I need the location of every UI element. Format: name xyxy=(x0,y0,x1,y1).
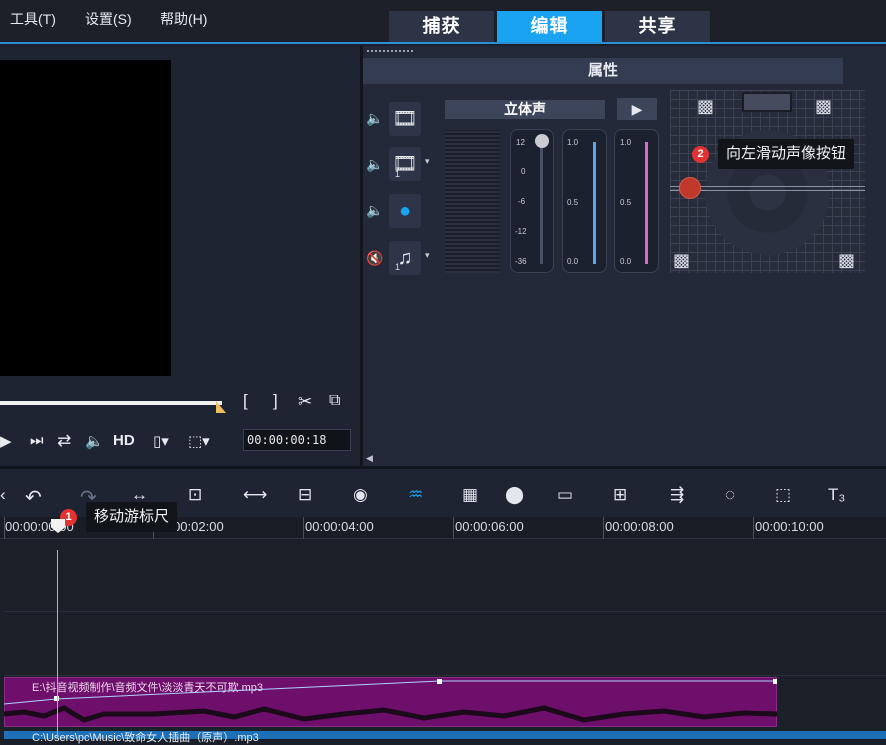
timecode-input[interactable]: 00:00:00:18 xyxy=(243,429,351,451)
level-bar xyxy=(645,142,648,264)
mark-in-button[interactable]: [ xyxy=(243,391,248,411)
playhead[interactable] xyxy=(57,550,58,739)
collapse-arrow-icon[interactable]: ◀ xyxy=(366,453,373,464)
device-icon[interactable]: ▯▾ xyxy=(153,432,169,450)
trim-icon[interactable]: ⊟ xyxy=(298,485,312,505)
ruler-line xyxy=(603,517,604,539)
overlay-track-row[interactable] xyxy=(4,612,886,676)
clip-path-label: C:\Users\pc\Music\致命女人插曲（原声）.mp3 xyxy=(32,732,259,744)
speaker-icon[interactable]: 🔈 xyxy=(366,156,383,173)
menu-settings[interactable]: 设置(S) xyxy=(85,9,132,29)
crop-icon[interactable]: ⬚▾ xyxy=(188,432,210,450)
front-right-speaker-icon: ▩ xyxy=(815,96,833,116)
fader-tick: 0.0 xyxy=(620,257,632,266)
volume-icon[interactable]: 🔈 xyxy=(85,432,104,450)
ruler-line xyxy=(303,517,304,539)
fader-tick: -6 xyxy=(518,197,526,206)
title-icon[interactable]: ▭ xyxy=(557,485,573,505)
audio-mixer-icon[interactable]: ♒ xyxy=(408,485,423,505)
play-icon[interactable]: ▶ xyxy=(0,432,12,450)
scrub-bar[interactable] xyxy=(0,401,222,405)
fader-tick: 0.5 xyxy=(620,198,632,207)
surround-tooltip: 向左滑动声像按钮 xyxy=(718,139,855,169)
blend-icon[interactable]: ⬤ xyxy=(505,485,524,505)
ruler-tick: 00:00:08:00 xyxy=(605,519,674,534)
speaker-icon[interactable]: 🔈 xyxy=(366,202,383,219)
level-meter xyxy=(445,130,500,273)
speaker-muted-icon[interactable]: 🔇 xyxy=(366,250,383,267)
rear-right-speaker-icon: ▩ xyxy=(838,250,856,270)
ruler-tick: 00:00:10:00 xyxy=(755,519,824,534)
grid-icon[interactable]: ⊞ xyxy=(613,485,627,505)
volume-fader[interactable] xyxy=(510,129,554,273)
video-track-icon[interactable]: 🎞 xyxy=(389,102,421,136)
repeat-icon[interactable]: ⇄ xyxy=(57,431,71,451)
record-icon[interactable]: ◉ xyxy=(353,485,368,505)
step-badge: 2 xyxy=(692,146,709,163)
rear-left-speaker-icon: ▩ xyxy=(673,250,691,270)
ruler-tick: 00:00:06:00 xyxy=(455,519,524,534)
tooltip-text: 移动游标尺 xyxy=(94,508,170,525)
fader-tick: 0 xyxy=(521,167,526,176)
overlay-track-icon[interactable]: 🎞 xyxy=(389,147,421,181)
fader-track xyxy=(540,142,543,264)
play-preview-button[interactable]: ▶ xyxy=(617,98,657,120)
tab-capture[interactable]: 捕获 xyxy=(389,11,494,42)
volume-envelope[interactable] xyxy=(4,679,777,709)
ruler-tooltip: 移动游标尺 xyxy=(86,502,178,532)
properties-title: 属性 xyxy=(363,58,843,84)
top-bar: 工具(T) 设置(S) 帮助(H) 捕获 编辑 共享 xyxy=(0,0,886,44)
mark-out-button[interactable]: ] xyxy=(273,391,278,411)
tooltip-text: 向左滑动声像按钮 xyxy=(726,145,847,162)
ruler-tick: 00:00:04:00 xyxy=(305,519,374,534)
scissors-icon[interactable]: ✂ xyxy=(298,392,312,412)
motion-icon[interactable]: ⇶ xyxy=(670,485,684,505)
front-left-speaker-icon: ▩ xyxy=(697,96,715,116)
track-number: 1 xyxy=(395,169,401,179)
hd-button[interactable]: HD xyxy=(113,432,135,449)
level-bar xyxy=(593,142,596,264)
fader-tick: 12 xyxy=(516,138,525,147)
fader-knob[interactable] xyxy=(535,134,549,148)
center-speaker-icon xyxy=(742,92,792,112)
video-track-row[interactable] xyxy=(4,540,886,612)
undo-icon[interactable]: ↶ xyxy=(25,485,42,510)
fader-tick: 0.5 xyxy=(567,198,579,207)
path-icon[interactable]: ◌ xyxy=(725,485,735,505)
fader-tick: -36 xyxy=(515,257,527,266)
video-preview xyxy=(0,60,171,376)
menu-help[interactable]: 帮助(H) xyxy=(160,9,207,29)
chevron-down-icon[interactable]: ▾ xyxy=(425,250,430,261)
tab-edit[interactable]: 编辑 xyxy=(497,11,602,42)
track-motion-icon[interactable]: ⬚ xyxy=(775,485,791,505)
ruler-line xyxy=(453,517,454,539)
tab-share[interactable]: 共享 xyxy=(605,11,710,42)
speaker-icon[interactable]: 🔈 xyxy=(366,110,383,127)
fit-window-icon[interactable]: ⊡ xyxy=(188,485,202,505)
menu-tools[interactable]: 工具(T) xyxy=(10,9,56,29)
fader-tick: 1.0 xyxy=(567,138,579,147)
split-icon[interactable]: ⟷ xyxy=(243,485,267,505)
voice-track-icon[interactable]: ● xyxy=(389,194,421,228)
storyboard-icon[interactable]: ▦ xyxy=(462,485,478,505)
ruler-line xyxy=(753,517,754,539)
pan-knob[interactable] xyxy=(679,177,701,199)
copy-icon[interactable]: ⧉ xyxy=(329,392,340,410)
drag-handle[interactable] xyxy=(367,50,413,54)
chevron-down-icon[interactable]: ▾ xyxy=(425,156,430,167)
stereo-label[interactable]: 立体声 xyxy=(445,100,605,119)
fader-tick: 1.0 xyxy=(620,138,632,147)
fader-tick: -12 xyxy=(515,227,527,236)
chevron-left-icon[interactable]: ‹ xyxy=(0,485,6,505)
next-frame-icon[interactable]: ⏭ xyxy=(30,432,44,449)
fader-tick: 0.0 xyxy=(567,257,579,266)
track-number: 1 xyxy=(395,262,401,272)
music-track-icon[interactable]: ♫ xyxy=(389,241,421,275)
3d-title-icon[interactable]: T₃ xyxy=(828,485,845,505)
